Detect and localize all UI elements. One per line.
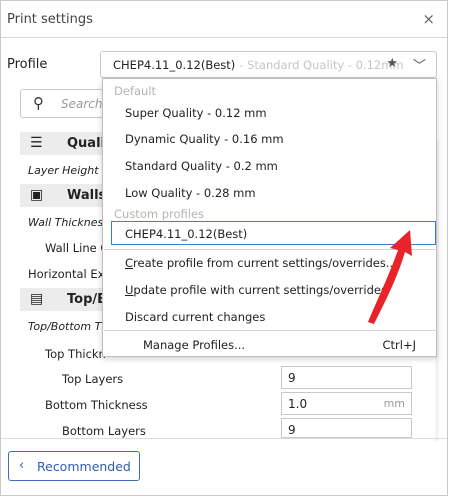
menu-item-low-quality[interactable]: Low Quality - 0.28 mm [125, 186, 256, 200]
bottom-thickness-unit: mm [383, 397, 405, 410]
menu-item-super-quality[interactable]: Super Quality - 0.12 mm [125, 106, 267, 120]
setting-horizontal-expansion: Horizontal Exp [28, 267, 112, 281]
menu-item-update-profile[interactable]: Update profile with current settings/ove… [125, 283, 387, 297]
create-accel: C [125, 256, 134, 270]
chevron-down-icon[interactable]: ﹀ [413, 55, 426, 74]
setting-bottom-layers: Bottom Layers [62, 424, 146, 438]
menu-item-manage-profiles[interactable]: Manage Profiles... [143, 338, 245, 352]
footer-divider [1, 438, 447, 439]
section-walls[interactable]: ▣ Walls [20, 184, 110, 207]
setting-layer-height: Layer Height [28, 164, 99, 177]
titlebar: Print settings × [1, 1, 447, 38]
setting-wall-line-count: Wall Line C [45, 241, 109, 255]
top-bottom-icon: ▤ [30, 291, 44, 307]
star-icon[interactable]: ★ [386, 56, 398, 71]
setting-top-bottom-thickness: Top/Bottom Th [28, 320, 109, 333]
section-top-bottom[interactable]: ▤ Top/B [20, 288, 110, 311]
profile-dropdown[interactable]: CHEP4.11_0.12(Best) - Standard Quality - … [100, 51, 437, 78]
profile-name: CHEP4.11_0.12(Best) [113, 58, 236, 72]
menu-group-default: Default [114, 84, 157, 98]
profile-current-value: CHEP4.11_0.12(Best) - Standard Quality - … [113, 58, 404, 72]
chevron-left-icon: ‹ [19, 458, 25, 473]
menu-separator [104, 330, 437, 331]
close-icon[interactable]: × [422, 10, 435, 28]
arrow-shape [368, 230, 412, 324]
setting-bottom-thickness: Bottom Thickness [45, 398, 148, 412]
custom-profile-label: CHEP4.11_0.12(Best) [125, 227, 248, 241]
profile-label: Profile [7, 57, 48, 72]
menu-group-custom: Custom profiles [114, 207, 205, 221]
create-text: reate profile from current settings/over… [133, 256, 397, 270]
search-placeholder: Search [61, 97, 103, 111]
panel-title: Print settings [7, 12, 93, 27]
menu-item-discard-changes[interactable]: Discard current changes [125, 310, 265, 324]
profile-subtitle: - Standard Quality - 0.12mm [239, 58, 404, 72]
bottom-thickness-field[interactable]: 1.0 mm [281, 392, 412, 415]
bottom-layers-value: 9 [288, 423, 296, 437]
top-layers-field[interactable]: 9 [281, 366, 412, 389]
section-quality[interactable]: ☰ Quali [20, 132, 110, 155]
recommended-button[interactable]: ‹ Recommended [8, 451, 140, 481]
search-icon: ⚲ [33, 94, 44, 112]
bottom-thickness-value: 1.0 [288, 397, 308, 411]
menu-item-create-profile[interactable]: Create profile from current settings/ove… [125, 256, 397, 270]
manage-profiles-shortcut: Ctrl+J [382, 338, 417, 352]
bottom-layers-field[interactable]: 9 [281, 418, 412, 438]
setting-top-layers: Top Layers [62, 372, 124, 386]
update-text: pdate profile with current settings/over… [133, 283, 387, 297]
red-arrow-annotation [368, 230, 412, 324]
search-box[interactable]: ⚲ Search [20, 89, 110, 118]
setting-top-thickness: Top Thickn [45, 347, 106, 361]
recommended-label: Recommended [37, 459, 131, 474]
menu-item-dynamic-quality[interactable]: Dynamic Quality - 0.16 mm [125, 132, 284, 146]
setting-wall-thickness: Wall Thickness [28, 216, 109, 229]
section-walls-label: Walls [67, 188, 107, 203]
quality-icon: ☰ [30, 135, 43, 151]
walls-icon: ▣ [30, 187, 44, 203]
menu-item-standard-quality[interactable]: Standard Quality - 0.2 mm [125, 159, 278, 173]
top-layers-value: 9 [288, 371, 296, 385]
section-quality-label: Quali [67, 136, 105, 151]
